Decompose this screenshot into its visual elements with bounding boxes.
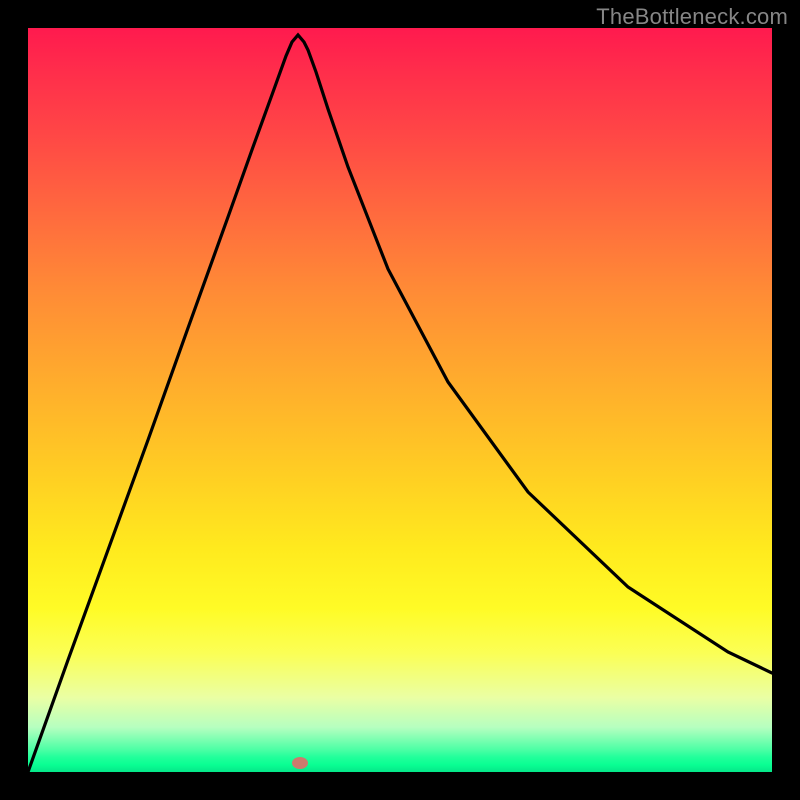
- minimum-marker: [292, 757, 308, 769]
- plot-area: [28, 28, 772, 772]
- attribution-text: TheBottleneck.com: [596, 4, 788, 30]
- bottleneck-curve: [28, 28, 772, 772]
- chart-frame: TheBottleneck.com: [0, 0, 800, 800]
